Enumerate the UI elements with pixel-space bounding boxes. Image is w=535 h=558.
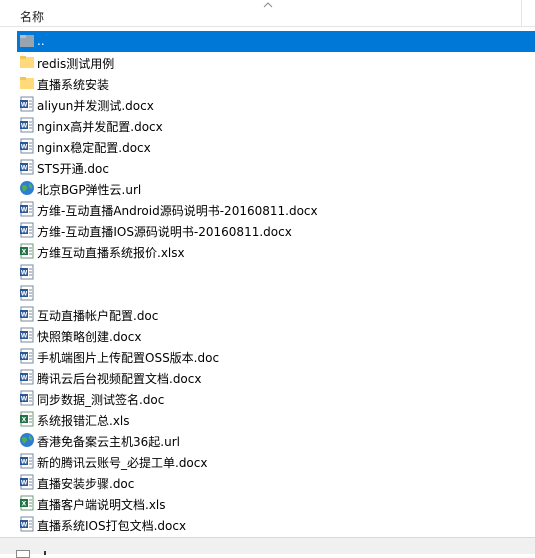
file-row[interactable]: 北京BGP弹性云.url bbox=[17, 178, 535, 199]
file-row[interactable]: W 腾讯云后台视频配置文档.docx bbox=[17, 367, 535, 388]
file-list: .. redis测试用例 直播系统安装 Waliyun并发测试.docx Wnginx高… bbox=[0, 27, 535, 537]
row-label: 直播安装步骤.doc bbox=[37, 477, 135, 491]
folder-icon bbox=[19, 54, 35, 70]
list-header: 名称 bbox=[0, 0, 535, 27]
svg-text:W: W bbox=[21, 333, 28, 340]
word-document-icon: W bbox=[19, 390, 35, 406]
svg-text:W: W bbox=[21, 165, 28, 172]
word-document-icon: W bbox=[19, 348, 35, 364]
excel-document-icon: X bbox=[19, 411, 35, 427]
internet-shortcut-icon bbox=[19, 432, 35, 448]
file-row[interactable]: W bbox=[17, 262, 535, 283]
excel-document-icon: X bbox=[19, 495, 35, 511]
svg-text:W: W bbox=[21, 522, 28, 529]
excel-document-icon: X bbox=[19, 243, 35, 259]
word-document-icon: W bbox=[19, 96, 35, 112]
row-label: 腾讯云后台视频配置文档.docx bbox=[37, 372, 202, 386]
file-row[interactable]: 香港免备案云主机36起.url bbox=[17, 430, 535, 451]
word-document-icon: W bbox=[19, 159, 35, 175]
folder-icon bbox=[19, 75, 35, 91]
internet-shortcut-icon bbox=[19, 180, 35, 196]
word-document-icon: W bbox=[19, 453, 35, 469]
row-label: 直播系统IOS打包文档.docx bbox=[37, 519, 187, 533]
svg-text:X: X bbox=[22, 249, 27, 256]
word-document-icon: W bbox=[19, 285, 35, 301]
row-label: 同步数据_测试签名.doc bbox=[37, 393, 165, 407]
svg-text:W: W bbox=[21, 396, 28, 403]
folder-row[interactable]: .. bbox=[17, 31, 535, 52]
row-label: .. bbox=[37, 34, 45, 48]
svg-text:W: W bbox=[21, 123, 28, 130]
row-label: nginx稳定配置.docx bbox=[37, 141, 151, 155]
svg-text:W: W bbox=[21, 459, 28, 466]
row-label: 北京BGP弹性云.url bbox=[37, 183, 142, 197]
row-label: 互动直播帐户配置.doc bbox=[37, 309, 159, 323]
word-document-icon: W bbox=[19, 369, 35, 385]
svg-text:W: W bbox=[21, 375, 28, 382]
file-list-window: 名称 .. redis测试用例 直播系统安装 Waliyun并发测试.docx Wngi… bbox=[0, 0, 535, 558]
svg-text:W: W bbox=[21, 207, 28, 214]
file-row[interactable]: W 快照策略创建.docx bbox=[17, 325, 535, 346]
row-label: 手机端图片上传配置OSS版本.doc bbox=[37, 351, 220, 365]
svg-text:W: W bbox=[21, 291, 28, 298]
row-label: 直播系统安装 bbox=[37, 78, 110, 92]
file-row[interactable]: Wnginx稳定配置.docx bbox=[17, 136, 535, 157]
file-row[interactable]: W STS开通.doc bbox=[17, 157, 535, 178]
row-label: 方维互动直播系统报价.xlsx bbox=[37, 246, 185, 260]
row-label: 方维-互动直播Android源码说明书-20160811.docx bbox=[37, 204, 318, 218]
file-row[interactable]: W bbox=[17, 283, 535, 304]
svg-text:W: W bbox=[21, 270, 28, 277]
svg-text:W: W bbox=[21, 312, 28, 319]
file-row[interactable]: W 直播安装步骤.doc bbox=[17, 472, 535, 493]
row-label: 快照策略创建.docx bbox=[37, 330, 142, 344]
tick-mark bbox=[44, 551, 46, 555]
file-row[interactable]: X 系统报错汇总.xls bbox=[17, 409, 535, 430]
parent-folder-icon bbox=[19, 33, 35, 49]
word-document-icon: W bbox=[19, 474, 35, 490]
folder-row[interactable]: redis测试用例 bbox=[17, 52, 535, 73]
column-header-label: 名称 bbox=[20, 10, 45, 24]
file-row[interactable]: W 同步数据_测试签名.doc bbox=[17, 388, 535, 409]
file-row[interactable]: Waliyun并发测试.docx bbox=[17, 94, 535, 115]
row-label: 新的腾讯云账号_必提工单.docx bbox=[37, 456, 208, 470]
row-label: 系统报错汇总.xls bbox=[37, 414, 130, 428]
column-header-name[interactable]: 名称 bbox=[0, 0, 522, 27]
word-document-icon: W bbox=[19, 306, 35, 322]
svg-text:X: X bbox=[22, 417, 27, 424]
svg-text:X: X bbox=[22, 501, 27, 508]
file-row[interactable]: W 方维-互动直播Android源码说明书-20160811.docx bbox=[17, 199, 535, 220]
row-label: nginx高并发配置.docx bbox=[37, 120, 163, 134]
svg-text:W: W bbox=[21, 354, 28, 361]
svg-text:W: W bbox=[21, 144, 28, 151]
file-row[interactable]: X 直播客户端说明文档.xls bbox=[17, 493, 535, 514]
svg-text:W: W bbox=[21, 228, 28, 235]
file-row[interactable]: W 方维-互动直播IOS源码说明书-20160811.docx bbox=[17, 220, 535, 241]
word-document-icon: W bbox=[19, 117, 35, 133]
word-document-icon: W bbox=[19, 264, 35, 280]
file-row[interactable]: X 方维互动直播系统报价.xlsx bbox=[17, 241, 535, 262]
svg-text:W: W bbox=[21, 480, 28, 487]
row-label: aliyun并发测试.docx bbox=[37, 99, 154, 113]
file-row[interactable]: Wnginx高并发配置.docx bbox=[17, 115, 535, 136]
checkbox-icon[interactable] bbox=[16, 550, 30, 558]
word-document-icon: W bbox=[19, 327, 35, 343]
file-row[interactable]: W 互动直播帐户配置.doc bbox=[17, 304, 535, 325]
file-row[interactable]: W 新的腾讯云账号_必提工单.docx bbox=[17, 451, 535, 472]
row-label: 直播客户端说明文档.xls bbox=[37, 498, 166, 512]
row-label: redis测试用例 bbox=[37, 57, 115, 71]
word-document-icon: W bbox=[19, 516, 35, 532]
row-label: 香港免备案云主机36起.url bbox=[37, 435, 180, 449]
file-row[interactable]: W 手机端图片上传配置OSS版本.doc bbox=[17, 346, 535, 367]
folder-row[interactable]: 直播系统安装 bbox=[17, 73, 535, 94]
svg-text:W: W bbox=[21, 102, 28, 109]
status-bar bbox=[0, 537, 535, 558]
word-document-icon: W bbox=[19, 138, 35, 154]
sort-ascending-icon bbox=[263, 2, 273, 8]
word-document-icon: W bbox=[19, 222, 35, 238]
row-label: STS开通.doc bbox=[37, 162, 109, 176]
word-document-icon: W bbox=[19, 201, 35, 217]
row-label: 方维-互动直播IOS源码说明书-20160811.docx bbox=[37, 225, 292, 239]
file-row[interactable]: W 直播系统IOS打包文档.docx bbox=[17, 514, 535, 535]
